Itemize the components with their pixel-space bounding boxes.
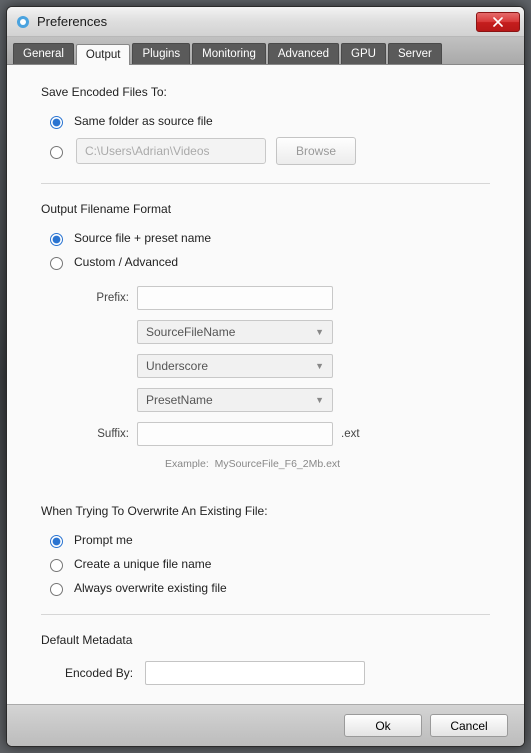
encoded-by-label: Encoded By: xyxy=(65,666,145,680)
radio-same-folder-row[interactable]: Same folder as source file xyxy=(45,113,490,129)
token3-value: PresetName xyxy=(146,393,213,407)
suffix-label: Suffix: xyxy=(77,428,129,440)
tab-monitoring[interactable]: Monitoring xyxy=(192,43,266,64)
output-path-input[interactable] xyxy=(76,138,266,164)
save-section-title: Save Encoded Files To: xyxy=(41,85,490,99)
radio-always-row[interactable]: Always overwrite existing file xyxy=(45,580,490,596)
radio-unique[interactable] xyxy=(50,559,63,572)
tab-gpu[interactable]: GPU xyxy=(341,43,386,64)
tab-advanced[interactable]: Advanced xyxy=(268,43,339,64)
ext-label: .ext xyxy=(341,428,360,440)
radio-same-folder[interactable] xyxy=(50,116,63,129)
window-title: Preferences xyxy=(37,14,476,29)
radio-same-folder-label: Same folder as source file xyxy=(74,114,213,128)
tabbar: General Output Plugins Monitoring Advanc… xyxy=(7,37,524,65)
token3-select[interactable]: PresetName ▼ xyxy=(137,388,333,412)
content-area: Save Encoded Files To: Same folder as so… xyxy=(7,65,524,704)
format-section-title: Output Filename Format xyxy=(41,202,490,216)
radio-source-preset[interactable] xyxy=(50,233,63,246)
radio-prompt-label: Prompt me xyxy=(74,533,133,547)
radio-custom-folder[interactable] xyxy=(50,146,63,159)
tab-output[interactable]: Output xyxy=(76,44,131,65)
radio-preset-row[interactable]: Source file + preset name xyxy=(45,230,490,246)
tab-server[interactable]: Server xyxy=(388,43,442,64)
prefix-label: Prefix: xyxy=(77,292,129,304)
tab-general[interactable]: General xyxy=(13,43,74,64)
token2-value: Underscore xyxy=(146,359,208,373)
browse-button[interactable]: Browse xyxy=(276,137,356,165)
radio-source-preset-label: Source file + preset name xyxy=(74,231,211,245)
prefix-input[interactable] xyxy=(137,286,333,310)
cancel-button[interactable]: Cancel xyxy=(430,714,508,737)
radio-prompt[interactable] xyxy=(50,535,63,548)
radio-unique-row[interactable]: Create a unique file name xyxy=(45,556,490,572)
overwrite-section-title: When Trying To Overwrite An Existing Fil… xyxy=(41,504,490,518)
radio-custom-row[interactable]: Custom / Advanced xyxy=(45,254,490,270)
example-label: Example: xyxy=(165,458,209,470)
chevron-down-icon: ▼ xyxy=(315,327,324,337)
radio-always[interactable] xyxy=(50,583,63,596)
radio-custom-format-label: Custom / Advanced xyxy=(74,255,178,269)
ok-button[interactable]: Ok xyxy=(344,714,422,737)
tab-plugins[interactable]: Plugins xyxy=(132,43,190,64)
close-button[interactable] xyxy=(476,12,520,32)
radio-unique-label: Create a unique file name xyxy=(74,557,211,571)
example-text: Example: MySourceFile_F6_2Mb.ext xyxy=(165,458,340,470)
radio-always-label: Always overwrite existing file xyxy=(74,581,227,595)
dialog-footer: Ok Cancel xyxy=(7,704,524,746)
chevron-down-icon: ▼ xyxy=(315,395,324,405)
close-icon xyxy=(493,17,503,27)
token2-select[interactable]: Underscore ▼ xyxy=(137,354,333,378)
radio-custom-format[interactable] xyxy=(50,257,63,270)
divider-1 xyxy=(41,183,490,184)
token1-select[interactable]: SourceFileName ▼ xyxy=(137,320,333,344)
suffix-input[interactable] xyxy=(137,422,333,446)
format-grid: Prefix: SourceFileName ▼ Underscore ▼ xyxy=(77,286,490,470)
token1-value: SourceFileName xyxy=(146,325,235,339)
chevron-down-icon: ▼ xyxy=(315,361,324,371)
preferences-window: Preferences General Output Plugins Monit… xyxy=(6,6,525,747)
encoded-by-input[interactable] xyxy=(145,661,365,685)
divider-2 xyxy=(41,614,490,615)
radio-prompt-row[interactable]: Prompt me xyxy=(45,532,490,548)
titlebar: Preferences xyxy=(7,7,524,37)
metadata-section-title: Default Metadata xyxy=(41,633,490,647)
app-icon xyxy=(15,14,31,30)
example-value: MySourceFile_F6_2Mb.ext xyxy=(215,458,340,470)
